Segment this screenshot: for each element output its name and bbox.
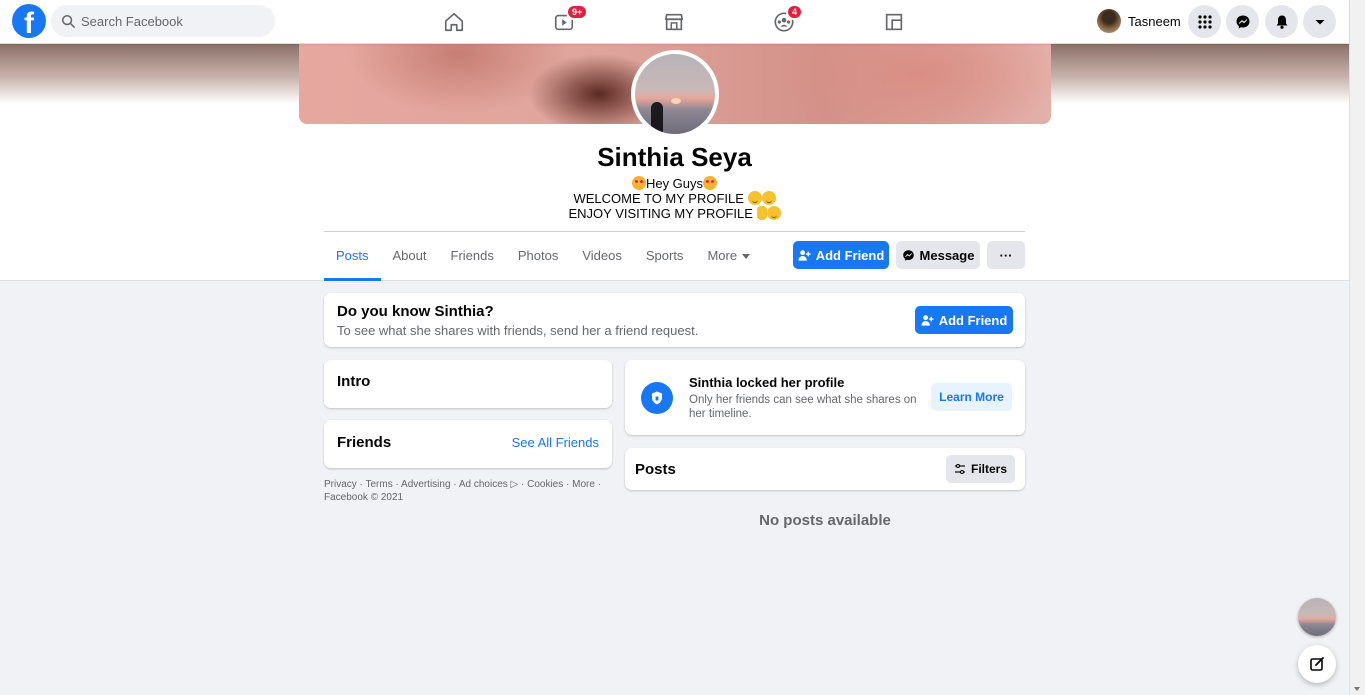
- gaming-icon: [885, 13, 903, 31]
- hand-emoji-icon: [756, 206, 767, 220]
- new-message-button[interactable]: [1298, 645, 1336, 683]
- notifications-icon: [1276, 15, 1287, 29]
- posts-title: Posts: [635, 461, 676, 478]
- message-button[interactable]: Message: [896, 241, 980, 269]
- profile-picture[interactable]: [631, 50, 719, 138]
- bio-line-2: WELCOME TO MY PROFILE: [0, 191, 1349, 206]
- heart-eyes-emoji-icon: [703, 176, 718, 190]
- profile-name: Sinthia Seya: [597, 142, 752, 172]
- account-dropdown-icon: [1315, 19, 1324, 24]
- see-all-friends-link[interactable]: See All Friends: [512, 435, 599, 450]
- tab-about[interactable]: About: [381, 238, 439, 281]
- watch-badge: 9+: [566, 4, 589, 20]
- no-posts-message: No posts available: [759, 512, 891, 529]
- scroll-down-arrow-icon[interactable]: [1354, 687, 1360, 691]
- friend-suggestion-title: Do you know Sinthia?: [337, 303, 494, 320]
- more-options-button[interactable]: ···: [987, 241, 1025, 269]
- bio-line-3: ENJOY VISITING MY PROFILE: [0, 206, 1349, 221]
- profile-shortcut[interactable]: Tasneem: [1097, 8, 1181, 34]
- facebook-logo[interactable]: f: [12, 4, 46, 38]
- bio-line-1: Hey Guys: [0, 176, 1349, 191]
- search-icon: [61, 14, 75, 28]
- learn-more-button[interactable]: Learn More: [931, 383, 1012, 411]
- filters-button[interactable]: Filters: [946, 455, 1015, 483]
- menu-grid-icon: [1197, 14, 1212, 29]
- caret-down-icon: [742, 254, 751, 259]
- friends-card: Friends See All Friends: [324, 420, 612, 468]
- footer-links-line[interactable]: Privacy · Terms · Advertising · Ad choic…: [324, 478, 614, 491]
- tab-friends[interactable]: Friends: [439, 238, 506, 281]
- locked-profile-card: Sinthia locked her profile Only her frie…: [625, 360, 1025, 435]
- home-icon: [444, 12, 464, 32]
- footer-copyright: Facebook © 2021: [324, 492, 404, 503]
- compose-icon: [1310, 657, 1324, 671]
- tab-posts[interactable]: Posts: [324, 238, 381, 281]
- menu-button[interactable]: [1188, 5, 1221, 38]
- filters-icon: [954, 463, 965, 475]
- posts-card: Posts Filters: [625, 448, 1025, 490]
- avatar: [1097, 9, 1121, 33]
- marketplace-icon: [664, 13, 684, 31]
- tab-more-label: More: [707, 248, 738, 263]
- add-friend-icon: [921, 314, 934, 326]
- suggestion-add-friend-label: Add Friend: [938, 312, 1008, 328]
- locked-profile-title: Sinthia locked her profile: [689, 375, 845, 390]
- heart-eyes-emoji-icon: [631, 176, 646, 190]
- notifications-button[interactable]: [1265, 5, 1298, 38]
- add-friend-button[interactable]: Add Friend: [793, 241, 889, 269]
- intro-card: Intro: [324, 360, 612, 408]
- filters-label: Filters: [970, 462, 1007, 476]
- smile-emoji-icon: [761, 191, 776, 205]
- intro-title: Intro: [337, 373, 371, 390]
- page-scrollbar[interactable]: [1349, 0, 1365, 695]
- smile-emoji-icon: [766, 206, 781, 220]
- header-divider: [324, 231, 1025, 232]
- message-label: Message: [919, 247, 975, 263]
- tab-videos[interactable]: Videos: [570, 238, 634, 281]
- add-friend-label: Add Friend: [815, 247, 885, 263]
- profile-picture-figure: [651, 102, 663, 132]
- messenger-button[interactable]: [1226, 5, 1259, 38]
- locked-profile-subtitle: Only her friends can see what she shares…: [689, 394, 917, 420]
- account-button[interactable]: [1303, 5, 1336, 38]
- friend-suggestion-subtitle: To see what she shares with friends, sen…: [337, 323, 699, 338]
- groups-badge: 4: [786, 4, 804, 20]
- user-name: Tasneem: [1128, 13, 1181, 29]
- bio-line-2-text: WELCOME TO MY PROFILE: [573, 191, 748, 206]
- friend-suggestion-card: Do you know Sinthia? To see what she sha…: [324, 293, 1025, 347]
- nav-tab-marketplace[interactable]: [654, 6, 694, 38]
- friends-title: Friends: [337, 434, 392, 451]
- messenger-icon: [1236, 15, 1249, 28]
- profile-picture-sun: [671, 98, 681, 104]
- nav-tab-watch[interactable]: 9+: [544, 4, 589, 38]
- profile-header: Sinthia Seya Hey Guys WELCOME TO MY PROF…: [0, 44, 1349, 281]
- tab-sports[interactable]: Sports: [634, 238, 696, 281]
- footer-links: Privacy · Terms · Advertising · Ad choic…: [324, 478, 614, 504]
- more-options-icon: ···: [999, 247, 1013, 263]
- tab-more[interactable]: More: [695, 238, 762, 281]
- profile-tabs: Posts About Friends Photos Videos Sports…: [324, 238, 762, 281]
- bio-line-3-text: ENJOY VISITING MY PROFILE: [568, 206, 757, 221]
- nav-tab-gaming[interactable]: [874, 6, 914, 38]
- add-friend-icon: [798, 249, 811, 261]
- bio-line-1-text: Hey Guys: [645, 176, 704, 191]
- tab-photos[interactable]: Photos: [506, 238, 570, 281]
- chat-head-avatar[interactable]: [1298, 598, 1336, 636]
- messenger-icon: [902, 249, 914, 261]
- smile-emoji-icon: [747, 191, 762, 205]
- top-navigation-bar: f 9+ 4 Tasneem: [0, 0, 1349, 44]
- nav-tab-groups[interactable]: 4: [764, 4, 804, 38]
- shield-icon: [641, 382, 673, 414]
- search-box[interactable]: [51, 5, 275, 37]
- search-input[interactable]: [81, 13, 261, 29]
- suggestion-add-friend-button[interactable]: Add Friend: [915, 306, 1013, 334]
- nav-tab-home[interactable]: [434, 6, 474, 38]
